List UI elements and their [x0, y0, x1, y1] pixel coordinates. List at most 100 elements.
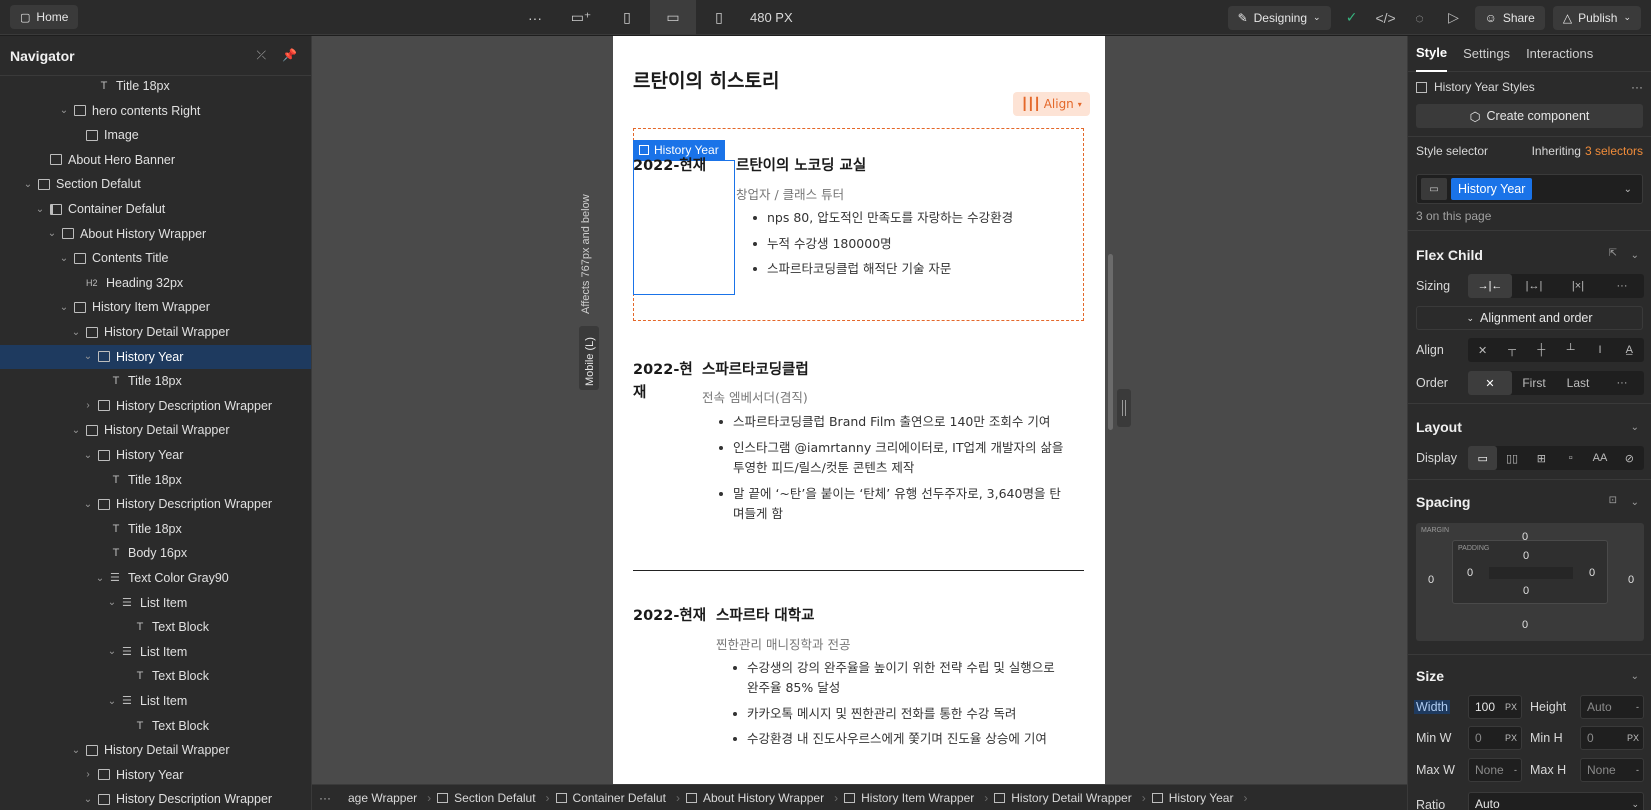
chevron-down-icon[interactable]: ⌄	[106, 696, 118, 707]
chevron-down-icon[interactable]: ⌄	[106, 646, 118, 657]
create-component-button[interactable]: ⬡ Create component	[1416, 104, 1643, 128]
list-item[interactable]: 말 끝에 ‘~탄’을 붙이는 ‘탄체’ 유행 선두주자로, 3,640명을 탄	[719, 484, 1061, 504]
pin-icon[interactable]: 📌	[282, 48, 297, 63]
chevron-down-icon[interactable]: ⌄	[58, 302, 70, 313]
list-item[interactable]: 스파르타코딩클럽 해적단 기술 자문	[752, 259, 951, 279]
navigator-item[interactable]: ⌄ History Detail Wrapper	[0, 418, 311, 442]
history-year-wrap[interactable]: 재	[633, 381, 646, 402]
navigator-item[interactable]: ⌄ ☰ Text Color Gray90	[0, 566, 311, 590]
selector-chip[interactable]: History Year	[1451, 178, 1533, 200]
align-baseline-icon[interactable]: A̲	[1615, 338, 1644, 362]
history-year[interactable]: 2022-현재	[633, 154, 706, 175]
margin-bottom[interactable]: 0	[1522, 619, 1528, 631]
align-bottom-icon[interactable]: ┴	[1556, 338, 1585, 362]
mobile-landscape-icon[interactable]: ▭	[650, 0, 696, 35]
padding-left[interactable]: 0	[1467, 567, 1473, 579]
navigator-item[interactable]: ⌄ History Item Wrapper	[0, 295, 311, 319]
navigator-item[interactable]: T Title 18px	[0, 74, 311, 98]
none-icon[interactable]: |×|	[1556, 274, 1600, 298]
history-title[interactable]: 스파르타 대학교	[716, 604, 814, 625]
chevron-down-icon[interactable]: ⌄	[1631, 250, 1639, 261]
desktop-add-icon[interactable]: ▭⁺	[558, 0, 604, 35]
width-label[interactable]: Width	[1414, 700, 1450, 714]
padding-right[interactable]: 0	[1589, 567, 1595, 579]
list-item[interactable]: 인스타그램 @iamrtanny 크리에이터로, IT업계 개발자의 삶을	[718, 438, 1063, 458]
min-height-unit[interactable]: PX	[1627, 733, 1639, 743]
navigator-item[interactable]: ⌄ Contents Title	[0, 246, 311, 270]
navigator-item[interactable]: T Title 18px	[0, 468, 311, 492]
more-icon[interactable]: ···	[1631, 80, 1643, 94]
tab-settings[interactable]: Settings	[1463, 36, 1510, 72]
navigator-item[interactable]: ⌄ History Detail Wrapper	[0, 320, 311, 344]
chevron-down-icon[interactable]: ⌄	[58, 253, 70, 264]
list-item-continued[interactable]: 투영한 피드/릴스/컷툰 콘텐츠 제작	[733, 458, 914, 478]
ratio-select[interactable]: Auto ⌄	[1468, 792, 1644, 810]
selected-element-outline[interactable]	[633, 160, 735, 295]
breadcrumb-item[interactable]: Container Defalut	[546, 791, 680, 805]
height-input[interactable]: Auto -	[1580, 695, 1644, 719]
page-preview[interactable]: 르탄이의 히스토리 ┃┃┃ Align ▾ History Year 2022-…	[613, 36, 1105, 784]
check-circle-icon[interactable]: ✓	[1339, 6, 1365, 30]
grid-icon[interactable]: ⊞	[1527, 446, 1556, 470]
order-last[interactable]: Last	[1556, 371, 1600, 395]
more-icon[interactable]: ···	[1600, 371, 1644, 395]
list-item-continued[interactable]: 며들게 함	[733, 504, 783, 524]
list-item[interactable]: 카카오톡 메시지 및 찐한관리 전화를 통한 수강 독려	[732, 704, 1016, 724]
list-item[interactable]: nps 80, 압도적인 만족도를 자랑하는 수강환경	[752, 208, 1013, 228]
list-item-continued[interactable]: 완주율 85% 달성	[747, 678, 840, 698]
chevron-down-icon[interactable]: ⌄	[70, 425, 82, 436]
navigator-item[interactable]: T Body 16px	[0, 541, 311, 565]
history-year[interactable]: 2022-현	[633, 358, 693, 379]
share-button[interactable]: ☺ Share	[1474, 5, 1545, 30]
history-title[interactable]: 스파르타코딩클럽	[702, 358, 809, 379]
chevron-down-icon[interactable]: ⌄	[82, 351, 94, 362]
history-role[interactable]: 찐한관리 매니징학과 전공	[716, 634, 850, 653]
design-canvas[interactable]: Affects 767px and below Mobile (L) 르탄이의 …	[312, 36, 1407, 784]
navigator-item[interactable]: ⌄ About History Wrapper	[0, 222, 311, 246]
more-icon[interactable]: ···	[1600, 274, 1644, 298]
navigator-item[interactable]: Image	[0, 123, 311, 147]
align-button[interactable]: ┃┃┃ Align ▾	[1013, 92, 1090, 116]
align-center-icon[interactable]: ┼	[1527, 338, 1556, 362]
more-icon[interactable]: ···	[312, 791, 338, 805]
navigator-item[interactable]: About Hero Banner	[0, 148, 311, 172]
home-button[interactable]: ▢ Home	[10, 5, 79, 29]
order-first[interactable]: First	[1512, 371, 1556, 395]
more-icon[interactable]: ···	[512, 0, 558, 35]
chevron-down-icon[interactable]: ⌄	[82, 499, 94, 510]
style-selector-input[interactable]: ▭ History Year ⌄	[1416, 174, 1643, 204]
list-item[interactable]: 누적 수강생 180000명	[753, 234, 892, 254]
list-item[interactable]: 스파르타코딩클럽 Brand Film 출연으로 140만 조회수 기여	[718, 412, 1050, 432]
chevron-down-icon[interactable]: ⌄	[1631, 422, 1639, 433]
navigator-item[interactable]: ⌄ Container Defalut	[0, 197, 311, 221]
navigator-item[interactable]: ⌄ History Description Wrapper	[0, 787, 311, 810]
navigator-item[interactable]: T Title 18px	[0, 517, 311, 541]
chevron-down-icon[interactable]: ⌄	[58, 105, 70, 116]
alignment-order-toggle[interactable]: ⌄ Alignment and order	[1416, 306, 1643, 330]
chevron-down-icon[interactable]: ⌄	[82, 794, 94, 805]
padding-top[interactable]: 0	[1523, 550, 1529, 562]
align-stretch-icon[interactable]: Ι	[1585, 338, 1614, 362]
navigator-item[interactable]: H2 Heading 32px	[0, 271, 311, 295]
list-item[interactable]: 수강생의 강의 완주율을 높이기 위한 전략 수립 및 실행으로	[733, 658, 1055, 678]
breadcrumb-item[interactable]: age Wrapper	[338, 791, 431, 805]
navigator-item[interactable]: › History Year	[0, 763, 311, 787]
collapse-all-icon[interactable]: ⤫	[256, 48, 266, 63]
navigator-item[interactable]: ⌄ History Detail Wrapper	[0, 738, 311, 762]
inline-block-icon[interactable]: ▫	[1556, 446, 1585, 470]
chevron-down-icon[interactable]: ⌄	[106, 597, 118, 608]
close-icon[interactable]: ✕	[1468, 371, 1512, 395]
chevron-down-icon[interactable]: ⌄	[1631, 497, 1639, 508]
canvas-scrollbar-thumb[interactable]	[1108, 254, 1113, 430]
tab-style[interactable]: Style	[1416, 36, 1448, 72]
preview-play-icon[interactable]: ▷	[1441, 6, 1467, 30]
margin-right[interactable]: 0	[1628, 574, 1634, 586]
selector-type-icon[interactable]: ▭	[1421, 178, 1447, 200]
grow-icon[interactable]: |↔|	[1512, 274, 1556, 298]
chevron-right-icon[interactable]: ›	[82, 400, 94, 411]
inline-icon[interactable]: AA	[1585, 446, 1614, 470]
min-width-unit[interactable]: PX	[1505, 733, 1517, 743]
breadcrumb-item[interactable]: History Detail Wrapper	[984, 791, 1146, 805]
expand-icon[interactable]: ⇱	[1609, 248, 1617, 259]
chevron-down-icon[interactable]: ⌄	[46, 228, 58, 239]
